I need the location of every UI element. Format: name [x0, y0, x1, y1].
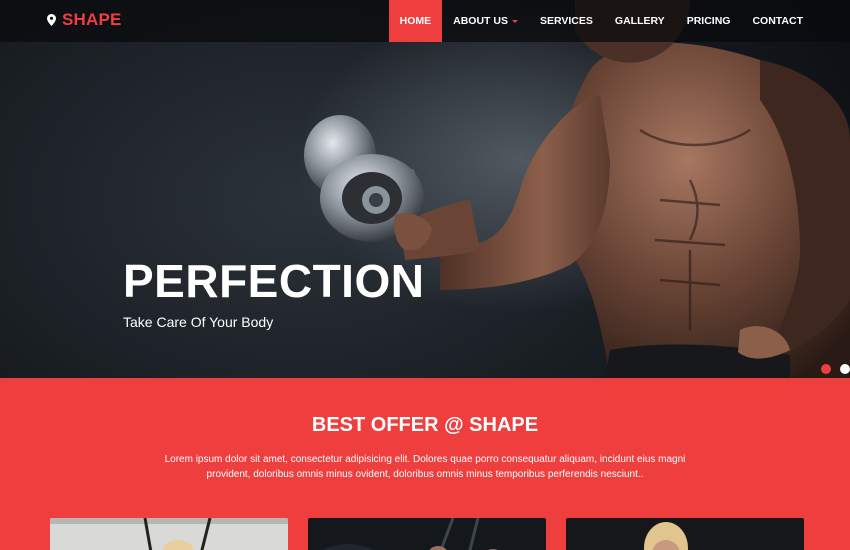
- nav-item-contact[interactable]: CONTACT: [741, 0, 814, 42]
- brand-name: SHAPE: [62, 10, 122, 29]
- nav-item-services[interactable]: SERVICES: [529, 0, 604, 42]
- offer-card-image-3: [566, 518, 804, 550]
- offer-card-image-2: [308, 518, 546, 550]
- slider-pagination: [821, 364, 850, 374]
- offer-cards: [50, 518, 804, 550]
- nav-item-home[interactable]: HOME: [388, 0, 443, 42]
- nav-item-about-us[interactable]: ABOUT US: [442, 0, 529, 42]
- caret-down-icon: [511, 19, 518, 23]
- nav-item-pricing[interactable]: PRICING: [676, 0, 742, 42]
- offer-card-2[interactable]: [308, 518, 546, 550]
- map-pin-icon: [47, 14, 56, 26]
- offer-title: BEST OFFER @ SHAPE: [311, 414, 539, 436]
- hero-subtitle: Take Care Of Your Body: [123, 314, 274, 330]
- offer-card-1[interactable]: [50, 518, 288, 550]
- slider-dot-1[interactable]: [821, 364, 831, 374]
- top-navbar: SHAPE HOME ABOUT US SERVICES GALLERY PRI…: [0, 0, 850, 42]
- offer-card-3[interactable]: [566, 518, 804, 550]
- offer-description: Lorem ipsum dolor sit amet, consectetur …: [164, 454, 686, 480]
- best-offer-section: BEST OFFER @ SHAPE Lorem ipsum dolor sit…: [0, 378, 850, 550]
- main-nav: HOME ABOUT US SERVICES GALLERY PRICING C…: [388, 0, 814, 42]
- slider-dot-2[interactable]: [840, 364, 850, 374]
- offer-card-image-1: [50, 518, 288, 550]
- brand-logo[interactable]: SHAPE: [47, 10, 122, 30]
- nav-item-gallery[interactable]: GALLERY: [604, 0, 676, 42]
- hero-title: PERFECTION: [123, 255, 425, 307]
